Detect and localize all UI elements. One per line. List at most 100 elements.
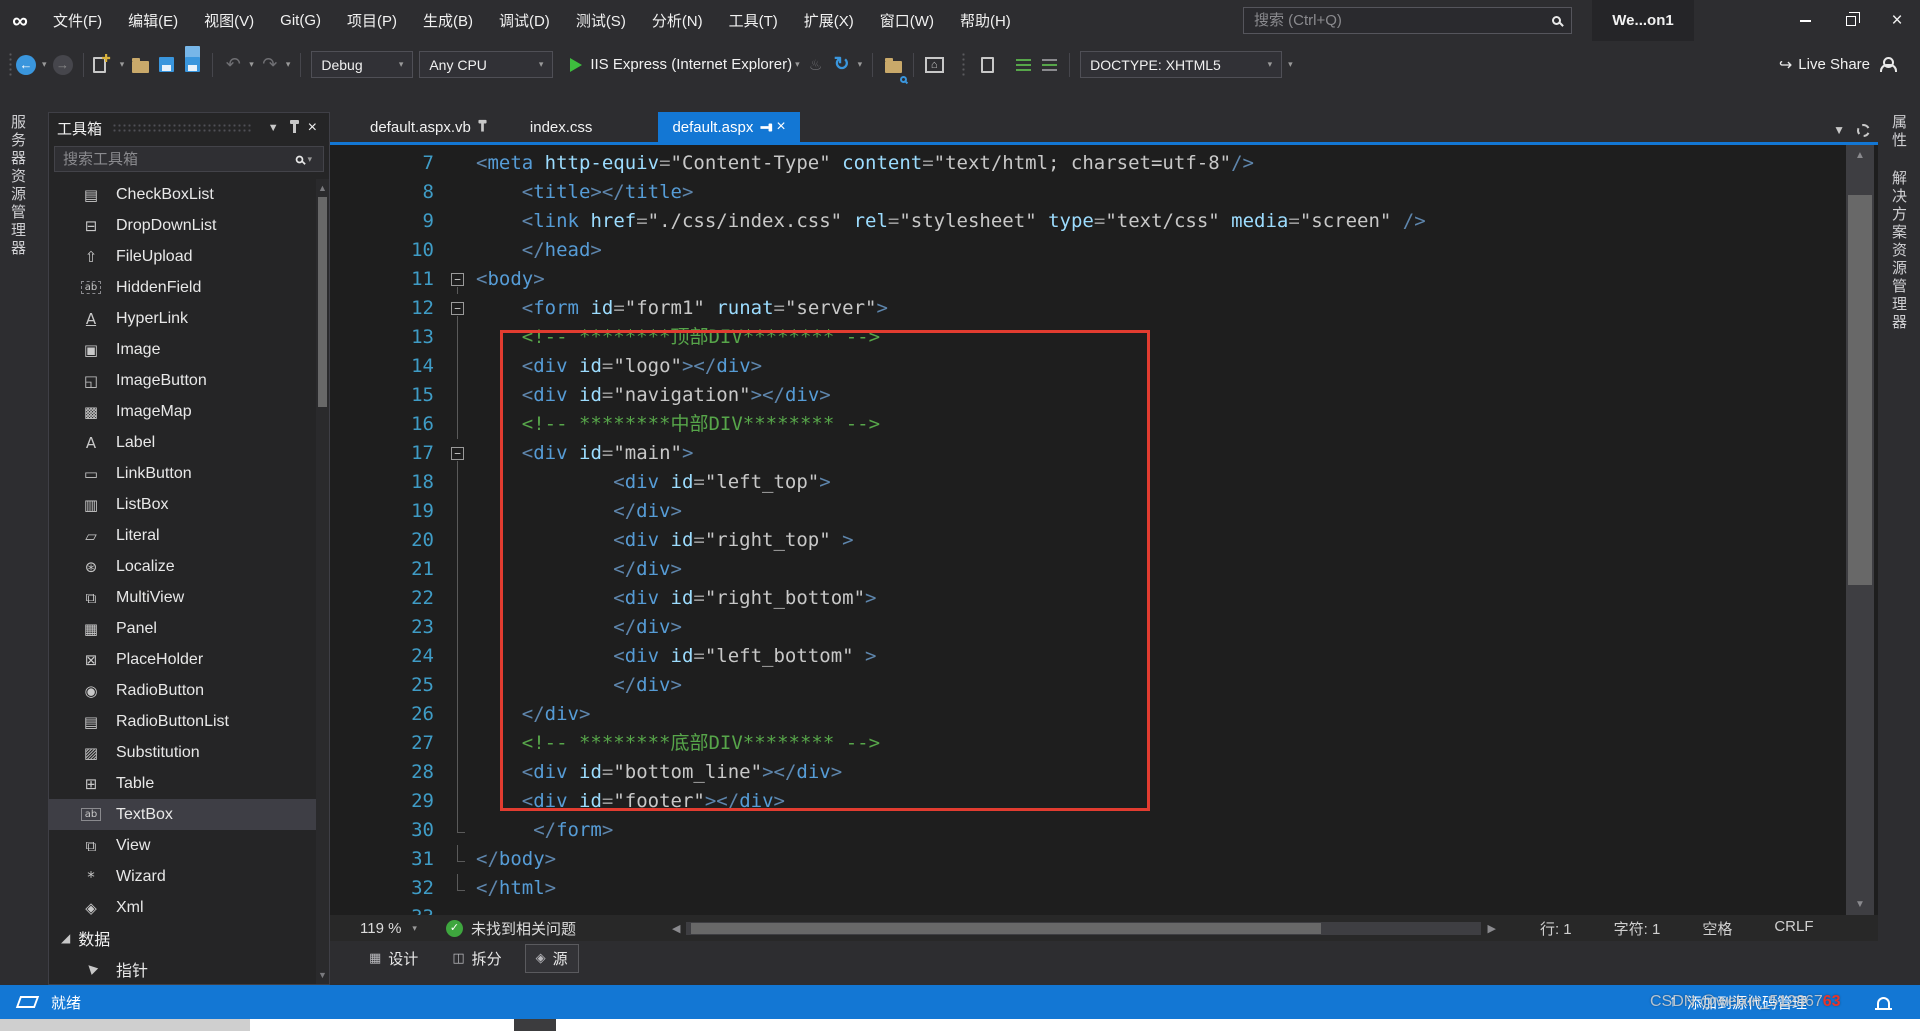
code-line-8[interactable]: 8 <title></title> xyxy=(330,178,1842,207)
view-in-browser-button[interactable]: ⌂ xyxy=(923,50,945,80)
toolbox-pin-icon[interactable] xyxy=(293,124,296,133)
hot-reload-icon[interactable]: ♨ xyxy=(805,50,827,80)
toolbox-item-listbox[interactable]: ▥ListBox xyxy=(49,489,316,520)
toolbox-menu-chevron-icon[interactable]: ▼ xyxy=(262,122,285,134)
tab-index.css[interactable]: index.css xyxy=(516,112,607,142)
navigate-back-button[interactable]: ← xyxy=(15,50,37,80)
tabstrip-settings-icon[interactable] xyxy=(1857,124,1870,137)
vertical-scroll-thumb[interactable] xyxy=(1848,195,1872,585)
start-debug-icon[interactable] xyxy=(570,58,582,72)
menu-item-8[interactable]: 分析(N) xyxy=(639,0,716,41)
toolbox-scroll-thumb[interactable] xyxy=(318,197,327,407)
horizontal-scroll-thumb[interactable] xyxy=(691,923,1321,934)
toolbox-item-checkboxlist[interactable]: ▤CheckBoxList xyxy=(49,179,316,210)
toolbox-item-radiobuttonlist[interactable]: ▤RadioButtonList xyxy=(49,706,316,737)
search-input[interactable] xyxy=(1254,12,1552,29)
solution-explorer-tab[interactable]: 解决方案资源管理器 xyxy=(1888,170,1909,332)
menu-item-5[interactable]: 生成(B) xyxy=(410,0,486,41)
menu-item-3[interactable]: Git(G) xyxy=(267,0,334,41)
notifications-bell-icon[interactable] xyxy=(1877,997,1890,1008)
zoom-selector[interactable]: 119 % ▾ xyxy=(360,920,446,937)
toolbox-scroll-up-icon[interactable]: ▲ xyxy=(316,183,329,193)
undo-dropdown[interactable]: ▾ xyxy=(246,59,257,70)
platform-dropdown[interactable]: Any CPU▾ xyxy=(419,51,553,78)
toolbox-item-literal[interactable]: ▱Literal xyxy=(49,520,316,551)
new-file-dropdown[interactable]: ▾ xyxy=(117,59,128,70)
toolbox-item-view[interactable]: ⧉View xyxy=(49,830,316,861)
code-line-7[interactable]: 7<meta http-equiv="Content-Type" content… xyxy=(330,149,1842,178)
refresh-icon[interactable]: ↻ xyxy=(831,50,853,80)
code-line-10[interactable]: 10 </head> xyxy=(330,236,1842,265)
properties-tab[interactable]: 属性 xyxy=(1888,114,1909,150)
configuration-dropdown[interactable]: Debug▾ xyxy=(311,51,413,78)
background-tasks-icon[interactable] xyxy=(16,996,39,1008)
code-line-33[interactable]: 33 xyxy=(330,903,1842,915)
toolbar-grip[interactable] xyxy=(8,52,13,78)
toolbox-search-dropdown[interactable]: ▾ xyxy=(304,154,315,165)
hscroll-right-icon[interactable]: ▶ xyxy=(1487,922,1495,935)
menu-item-11[interactable]: 窗口(W) xyxy=(867,0,947,41)
fold-collapse-icon[interactable]: − xyxy=(451,302,464,315)
editor-vertical-scrollbar[interactable]: ▲ ▼ xyxy=(1846,145,1874,915)
toolbox-scrollbar[interactable]: ▲ ▼ xyxy=(316,179,329,984)
server-explorer-tab[interactable]: 服务器资源管理器 xyxy=(7,114,28,258)
toolbox-search-box[interactable]: ▾ xyxy=(54,146,324,172)
toolbox-drag-handle[interactable] xyxy=(112,123,252,133)
toolbox-item-radiobutton[interactable]: ◉RadioButton xyxy=(49,675,316,706)
toolbar-grip-2[interactable] xyxy=(961,52,966,78)
save-all-button[interactable] xyxy=(181,50,203,80)
tab-source[interactable]: ◈源 xyxy=(525,944,579,973)
tab-split[interactable]: ◫拆分 xyxy=(441,944,512,973)
navigate-forward-button[interactable]: → xyxy=(52,50,74,80)
toolbox-close-icon[interactable]: × xyxy=(304,119,321,137)
eol-mode[interactable]: CRLF xyxy=(1774,918,1813,939)
toolbox-item-multiview[interactable]: ⧉MultiView xyxy=(49,582,316,613)
feedback-person-icon[interactable] xyxy=(1880,57,1896,72)
menu-item-4[interactable]: 项目(P) xyxy=(334,0,410,41)
undo-button[interactable]: ↶ xyxy=(222,50,244,80)
new-file-button[interactable]: ✚ xyxy=(93,50,115,80)
menu-item-10[interactable]: 扩展(X) xyxy=(791,0,867,41)
hscroll-left-icon[interactable]: ◀ xyxy=(672,922,680,935)
toolbox-item-xml[interactable]: ◈Xml xyxy=(49,892,316,923)
fold-margin[interactable]: − xyxy=(440,439,476,468)
code-line-12[interactable]: 12− <form id="form1" runat="server"> xyxy=(330,294,1842,323)
toolbox-search-input[interactable] xyxy=(63,151,295,168)
toolbar-overflow[interactable]: ▾ xyxy=(1285,59,1296,70)
format-document-button[interactable] xyxy=(1012,50,1034,80)
scroll-up-icon[interactable]: ▲ xyxy=(1846,150,1874,161)
toolbox-item-wizard[interactable]: *Wizard xyxy=(49,861,316,892)
find-in-files-button[interactable] xyxy=(882,50,904,80)
tab-close-icon[interactable]: × xyxy=(776,118,785,136)
quick-search-box[interactable] xyxy=(1243,7,1572,34)
menu-item-0[interactable]: 文件(F) xyxy=(40,0,115,41)
fold-collapse-icon[interactable]: − xyxy=(451,447,464,460)
minimize-button[interactable] xyxy=(1782,0,1828,41)
run-target-dropdown[interactable]: ▾ xyxy=(792,59,803,70)
run-target-button[interactable]: IIS Express (Internet Explorer) xyxy=(590,56,792,73)
toolbox-item-substitution[interactable]: ▨Substitution xyxy=(49,737,316,768)
toolbox-item-image[interactable]: ▣Image xyxy=(49,334,316,365)
menu-item-9[interactable]: 工具(T) xyxy=(716,0,791,41)
horizontal-scrollbar[interactable] xyxy=(686,922,1481,935)
close-button[interactable]: × xyxy=(1874,0,1920,41)
scroll-down-icon[interactable]: ▼ xyxy=(1846,899,1874,910)
indent-mode[interactable]: 空格 xyxy=(1702,918,1732,939)
code-line-31[interactable]: 31</body> xyxy=(330,845,1842,874)
doctype-dropdown[interactable]: DOCTYPE: XHTML5▾ xyxy=(1080,51,1282,78)
toolbox-item-placeholder[interactable]: ⊠PlaceHolder xyxy=(49,644,316,675)
code-line-11[interactable]: 11−<body> xyxy=(330,265,1842,294)
toolbox-item-label[interactable]: ALabel xyxy=(49,427,316,458)
menu-item-2[interactable]: 视图(V) xyxy=(191,0,267,41)
menu-item-1[interactable]: 编辑(E) xyxy=(115,0,191,41)
tab-design[interactable]: ▦设计 xyxy=(358,944,429,973)
toolbox-item-dropdownlist[interactable]: ⊟DropDownList xyxy=(49,210,316,241)
toolbox-item-imagebutton[interactable]: ◱ImageButton xyxy=(49,365,316,396)
toolbox-item-linkbutton[interactable]: ▭LinkButton xyxy=(49,458,316,489)
open-file-button[interactable] xyxy=(129,50,151,80)
restore-button[interactable] xyxy=(1828,0,1874,41)
tab-default.aspx[interactable]: default.aspx× xyxy=(658,112,799,142)
fold-margin[interactable]: − xyxy=(440,265,476,294)
refresh-dropdown[interactable]: ▾ xyxy=(855,59,866,70)
document-list-chevron-icon[interactable]: ▼ xyxy=(1833,123,1845,137)
